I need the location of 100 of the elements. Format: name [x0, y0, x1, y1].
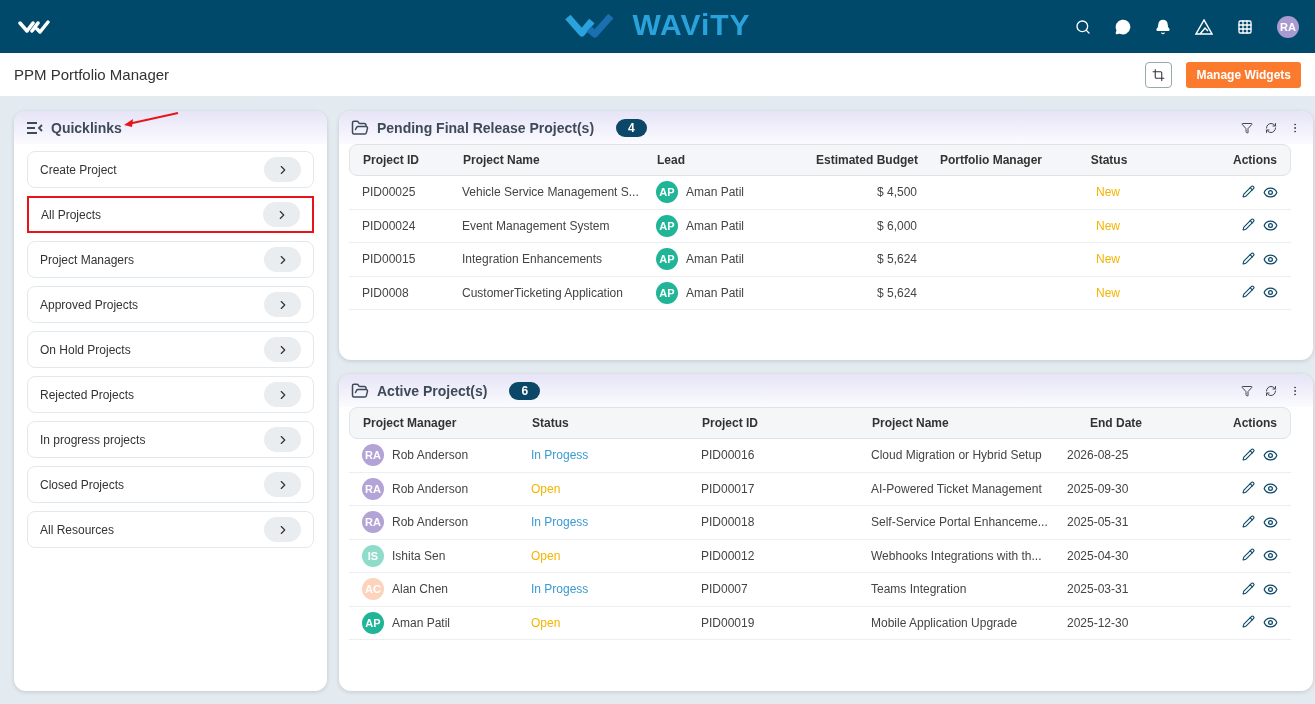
table-cell-text: Cloud Migration or Hybrid Setup: [871, 448, 1043, 463]
column-header: End Date: [1089, 416, 1143, 430]
table-cell-text: PID0007: [701, 582, 749, 597]
column-header: Project Name: [872, 416, 950, 430]
table-cell-text: 2026-08-25: [1067, 448, 1130, 463]
quicklink-item[interactable]: Rejected Projects: [27, 376, 314, 413]
table-cell-text: Event Management System: [462, 218, 611, 233]
avatar: AC: [362, 578, 384, 601]
view-button[interactable]: [1263, 581, 1278, 597]
edit-button[interactable]: [1242, 481, 1255, 497]
mountain-icon[interactable]: [1195, 18, 1213, 35]
column-header: Project ID: [702, 416, 759, 430]
person-name: Aman Patil: [686, 252, 745, 267]
table-cell-text: PID00016: [701, 448, 756, 463]
chevron-icon: [264, 427, 301, 452]
edit-button[interactable]: [1242, 514, 1255, 530]
view-button[interactable]: [1263, 514, 1278, 530]
table-cell-text: 2025-12-30: [1067, 615, 1130, 630]
refresh-icon[interactable]: [1265, 121, 1277, 134]
card-title: Active Project(s): [377, 382, 488, 399]
table-cell-text: $ 5,624: [875, 252, 917, 267]
avatar: AP: [362, 611, 384, 634]
edit-button[interactable]: [1242, 581, 1255, 597]
avatar: AP: [656, 281, 678, 304]
status-text: New: [1095, 185, 1121, 200]
avatar: AP: [656, 248, 678, 271]
table-cell-text: $ 4,500: [875, 185, 917, 200]
table-cell-text: Integration Enhancements: [462, 252, 604, 267]
crop-button[interactable]: [1145, 61, 1173, 88]
column-header: Status: [532, 416, 570, 430]
view-button[interactable]: [1263, 285, 1278, 301]
status-text: In Progess: [531, 448, 590, 463]
quicklink-label: Rejected Projects: [40, 387, 135, 402]
edit-button[interactable]: [1242, 184, 1255, 200]
logo-icon: [18, 18, 50, 35]
count-badge: 6: [509, 381, 541, 400]
quicklink-label: All Projects: [41, 207, 102, 222]
edit-button[interactable]: [1242, 218, 1255, 234]
view-button[interactable]: [1263, 548, 1278, 564]
avatar: RA: [362, 444, 384, 467]
column-header: Project Name: [463, 153, 541, 167]
status-text: Open: [531, 481, 562, 496]
edit-button[interactable]: [1242, 447, 1255, 463]
edit-button[interactable]: [1242, 548, 1255, 564]
quicklink-item[interactable]: In progress projects: [27, 421, 314, 458]
crop-icon: [1152, 67, 1166, 82]
filter-icon[interactable]: [1241, 384, 1253, 397]
view-button[interactable]: [1263, 447, 1278, 463]
table-cell-text: PID00017: [701, 481, 756, 496]
folder-icon: [351, 118, 369, 137]
quicklink-item[interactable]: All Resources: [27, 511, 314, 548]
view-button[interactable]: [1263, 218, 1278, 234]
menu-collapse-icon[interactable]: [26, 121, 43, 134]
table-cell-text: Self-Service Portal Enhanceme...: [871, 515, 1049, 530]
table-cell-text: CustomerTicketing Application: [462, 285, 624, 300]
status-text: New: [1095, 252, 1121, 267]
view-button[interactable]: [1263, 615, 1278, 631]
edit-button[interactable]: [1242, 251, 1255, 267]
table-cell-text: PID00025: [362, 185, 417, 200]
filter-icon[interactable]: [1241, 121, 1253, 134]
bell-icon[interactable]: [1155, 18, 1171, 35]
table-cell-text: PID00012: [701, 548, 756, 563]
grid-icon[interactable]: [1237, 18, 1253, 35]
column-header: Actions: [1232, 153, 1277, 167]
quicklink-item[interactable]: Create Project: [27, 151, 314, 188]
table-cell-text: $ 5,624: [875, 285, 917, 300]
search-icon[interactable]: [1075, 18, 1091, 35]
quicklink-label: Create Project: [40, 162, 117, 177]
table-cell-text: 2025-05-31: [1067, 515, 1130, 530]
table-cell-text: AI-Powered Ticket Management: [871, 481, 1043, 496]
table-cell-text: PID00024: [362, 218, 417, 233]
quicklink-item[interactable]: On Hold Projects: [27, 331, 314, 368]
person-name: Aman Patil: [686, 218, 745, 233]
chevron-icon: [264, 517, 301, 542]
edit-button[interactable]: [1242, 615, 1255, 631]
chat-icon[interactable]: [1115, 18, 1131, 35]
view-button[interactable]: [1263, 184, 1278, 200]
quicklink-item[interactable]: Project Managers: [27, 241, 314, 278]
edit-button[interactable]: [1242, 285, 1255, 301]
quicklink-item[interactable]: Closed Projects: [27, 466, 314, 503]
quicklink-item[interactable]: All Projects: [27, 196, 314, 233]
chevron-icon: [263, 202, 300, 227]
chevron-icon: [264, 292, 301, 317]
page-title: PPM Portfolio Manager: [14, 66, 170, 83]
card-title: Quicklinks: [51, 119, 122, 136]
chevron-icon: [264, 157, 301, 182]
column-header: Actions: [1232, 416, 1277, 430]
view-button[interactable]: [1263, 481, 1278, 497]
table-cell-text: PID00015: [362, 252, 417, 267]
status-text: In Progess: [531, 515, 590, 530]
table-cell-text: 2025-09-30: [1067, 481, 1130, 496]
refresh-icon[interactable]: [1265, 384, 1277, 397]
person-name: Aman Patil: [686, 185, 745, 200]
quicklink-label: On Hold Projects: [40, 342, 131, 357]
view-button[interactable]: [1263, 251, 1278, 267]
avatar: RA: [362, 511, 384, 534]
table-cell-text: 2025-03-31: [1067, 582, 1130, 597]
status-text: In Progess: [531, 582, 590, 597]
quicklink-item[interactable]: Approved Projects: [27, 286, 314, 323]
chevron-icon: [264, 382, 301, 407]
